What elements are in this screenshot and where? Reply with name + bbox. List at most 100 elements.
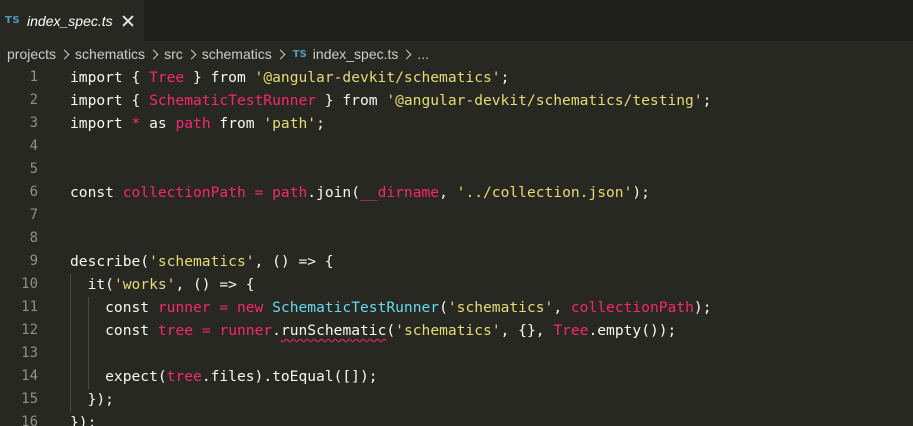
line-number: 6 [29,184,38,200]
code-token: 'schematics' [395,322,501,339]
code-token: it( [70,276,114,293]
code-token: SchematicTestRunner [149,92,317,109]
breadcrumb-item-src[interactable]: src [164,46,183,62]
code-token: Tree [553,322,589,339]
code-line[interactable]: 15 }); [0,388,913,411]
line-number: 7 [29,207,38,223]
breadcrumb-item-projects[interactable]: projects [7,46,56,62]
code-token: __dirname [360,184,440,201]
code-editor[interactable]: 1 import { Tree } from '@angular-devkit/s… [0,67,913,426]
code-token: path [175,115,211,132]
code-token: ; [316,115,325,132]
code-line[interactable]: 13 [0,342,913,365]
code-token: }); [70,414,97,426]
chevron-right-icon [148,49,159,59]
line-number: 2 [29,92,38,108]
code-token: runSchematic [280,322,387,339]
code-token: const [70,322,158,339]
line-number: 10 [21,276,38,292]
code-text: }); [70,388,114,411]
code-line[interactable]: 10 it('works', () => { [0,273,913,296]
code-token: 'path' [263,115,317,132]
code-text: const collectionPath = path.join(__dirna… [70,181,650,204]
code-token: ( [386,322,396,339]
line-number: 11 [21,299,38,315]
code-token: 'schematics' [149,253,255,270]
code-token: const [70,184,123,201]
line-number: 5 [29,161,38,177]
code-token: describe( [70,253,150,270]
code-line[interactable]: 2 import { SchematicTestRunner } from '@a… [0,89,913,112]
typescript-file-icon: TS [292,48,307,60]
code-text: import * as path from 'path'; [70,112,325,135]
line-number: 8 [29,230,38,246]
breadcrumb-item-symbols[interactable]: ... [417,46,429,62]
code-token: tree [157,322,194,339]
line-number: 16 [21,414,38,426]
code-line[interactable]: 14 expect(tree.files).toEqual([]); [0,365,913,388]
code-line[interactable]: 7 [0,204,913,227]
breadcrumb-item-schematics-dir[interactable]: schematics [202,46,272,62]
code-token: .join( [307,184,360,201]
code-token: , [439,184,457,201]
code-token: } [184,69,211,86]
code-token: = [201,322,211,339]
code-token: from [210,115,264,132]
close-icon[interactable] [122,15,134,27]
code-line[interactable]: 9 describe('schematics', () => { [0,250,913,273]
code-line[interactable]: 4 [0,135,913,158]
tab-index-spec[interactable]: TS index_spec.ts [0,0,144,41]
chevron-right-icon [275,49,286,59]
line-number: 15 [21,391,38,407]
code-line[interactable]: 11 const runner = new SchematicTestRunne… [0,296,913,319]
code-text: expect(tree.files).toEqual([]); [70,365,377,388]
code-line[interactable]: 5 [0,158,913,181]
code-token: as [140,115,176,132]
code-token: import { [70,92,150,109]
code-token: }); [70,391,114,408]
breadcrumb: projects schematics src schematics TS in… [0,41,913,67]
line-number: 9 [29,253,38,269]
breadcrumb-item-schematics[interactable]: schematics [75,46,145,62]
code-line[interactable]: 1 import { Tree } from '@angular-devkit/s… [0,66,913,89]
editor-window: TS index_spec.ts projects schematics src… [0,0,913,426]
code-line[interactable]: 8 [0,227,913,250]
code-token: '../collection.json' [456,184,633,201]
chevron-right-icon [186,49,197,59]
breadcrumb-item-file[interactable]: index_spec.ts [313,46,399,62]
code-text: import { SchematicTestRunner } from '@an… [70,89,711,112]
code-token: path [272,184,308,201]
code-token: = [219,299,229,316]
code-line[interactable]: 6 const collectionPath = path.join(__dirn… [0,181,913,204]
code-token: '@angular-devkit/schematics/testing' [386,92,703,109]
code-token: new [236,299,264,316]
code-token: collectionPath [570,299,694,316]
code-token: * [131,115,141,132]
code-line[interactable]: 12 const tree = runner.runSchematic('sch… [0,319,913,342]
line-number: 14 [21,368,38,384]
code-token: expect( [70,368,167,385]
code-token: runner [157,299,211,316]
code-token: Tree [149,69,185,86]
code-token: '@angular-devkit/schematics' [254,69,501,86]
line-number: 13 [21,345,38,361]
code-token: 'schematics' [447,299,554,316]
code-token: import [70,115,132,132]
code-token: = [254,184,264,201]
code-token: ( [439,299,448,316]
code-token: , [553,299,571,316]
typescript-file-icon: TS [5,15,21,26]
line-number: 4 [29,138,38,154]
code-line[interactable]: 3 import * as path from 'path'; [0,112,913,135]
code-text: describe('schematics', () => { [70,250,334,273]
code-token: .empty()); [588,322,677,339]
code-line[interactable]: 16}); [0,411,913,426]
chevron-right-icon [401,49,412,59]
tab-bar: TS index_spec.ts [0,0,913,41]
